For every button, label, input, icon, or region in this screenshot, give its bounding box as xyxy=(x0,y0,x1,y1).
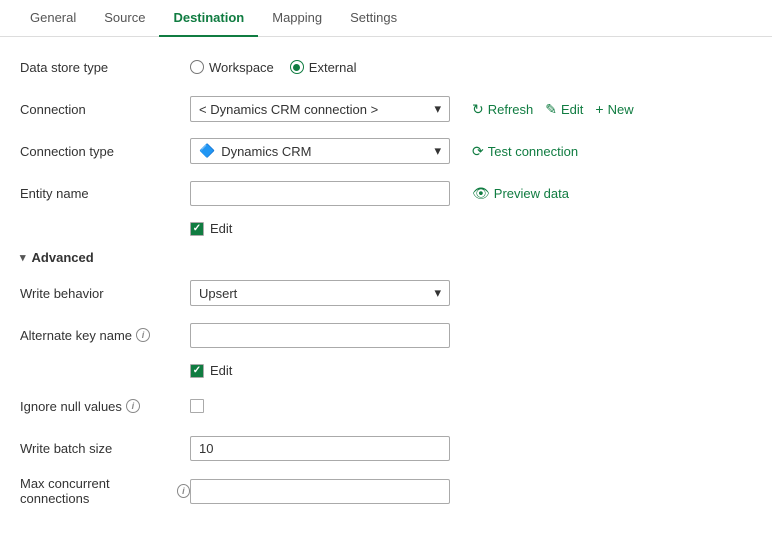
connection-type-label: Connection type xyxy=(20,144,190,159)
ignore-null-label: Ignore null values i xyxy=(20,399,190,414)
write-behavior-value: Upsert xyxy=(199,286,237,301)
test-icon: ⟳ xyxy=(472,143,484,160)
radio-group-datastore: Workspace External xyxy=(190,60,357,75)
connection-type-row: Connection type 🔷 Dynamics CRM ▾ ⟳ Test … xyxy=(20,137,752,165)
data-store-type-row: Data store type Workspace External xyxy=(20,53,752,81)
alternate-key-info-icon: i xyxy=(136,328,150,342)
connection-type-value: Dynamics CRM xyxy=(221,144,311,159)
radio-external-input[interactable] xyxy=(290,60,304,74)
entity-name-edit-label: Edit xyxy=(210,221,232,236)
write-batch-size-label: Write batch size xyxy=(20,441,190,456)
tab-mapping[interactable]: Mapping xyxy=(258,0,336,37)
tab-bar: General Source Destination Mapping Setti… xyxy=(0,0,772,37)
radio-external-label: External xyxy=(309,60,357,75)
connection-control: < Dynamics CRM connection > ▾ ↻ Refresh … xyxy=(190,96,752,122)
entity-name-edit-row: ✓ Edit xyxy=(190,221,752,236)
tab-general[interactable]: General xyxy=(16,0,90,37)
new-connection-button[interactable]: + New xyxy=(593,97,635,121)
write-behavior-label: Write behavior xyxy=(20,286,190,301)
new-icon: + xyxy=(595,101,603,117)
refresh-button[interactable]: ↻ Refresh xyxy=(470,97,535,122)
connection-dropdown[interactable]: < Dynamics CRM connection > ▾ xyxy=(190,96,450,122)
advanced-section-header[interactable]: ▾ Advanced xyxy=(20,250,752,265)
alternate-key-input[interactable] xyxy=(190,323,450,348)
radio-external[interactable]: External xyxy=(290,60,357,75)
entity-name-input[interactable] xyxy=(190,181,450,206)
refresh-label: Refresh xyxy=(488,102,534,117)
preview-icon: 👁 xyxy=(472,185,490,202)
connection-type-arrow-icon: ▾ xyxy=(434,143,441,159)
check-mark-icon: ✓ xyxy=(193,223,201,234)
connection-dropdown-value: < Dynamics CRM connection > xyxy=(199,102,378,117)
entity-name-control: 👁 Preview data xyxy=(190,181,752,206)
ignore-null-row: Ignore null values i xyxy=(20,392,752,420)
max-connections-control xyxy=(190,479,752,504)
radio-workspace-input[interactable] xyxy=(190,60,204,74)
test-connection-label: Test connection xyxy=(488,144,578,159)
write-behavior-dropdown[interactable]: Upsert ▾ xyxy=(190,280,450,306)
edit-connection-button[interactable]: ✎ Edit xyxy=(543,97,585,122)
ignore-null-control xyxy=(190,399,752,413)
advanced-section-label: Advanced xyxy=(32,250,94,265)
tab-source[interactable]: Source xyxy=(90,0,159,37)
connection-dropdown-arrow-icon: ▾ xyxy=(434,101,441,117)
preview-data-label: Preview data xyxy=(494,186,569,201)
max-connections-info-icon: i xyxy=(177,484,190,498)
alternate-key-label: Alternate key name i xyxy=(20,328,190,343)
data-store-type-label: Data store type xyxy=(20,60,190,75)
entity-name-label: Entity name xyxy=(20,186,190,201)
alternate-key-edit-checkbox[interactable]: ✓ xyxy=(190,364,204,378)
connection-row: Connection < Dynamics CRM connection > ▾… xyxy=(20,95,752,123)
tab-settings[interactable]: Settings xyxy=(336,0,411,37)
connection-type-dropdown[interactable]: 🔷 Dynamics CRM ▾ xyxy=(190,138,450,164)
radio-workspace[interactable]: Workspace xyxy=(190,60,274,75)
connection-actions: ↻ Refresh ✎ Edit + New xyxy=(470,97,636,122)
max-connections-input[interactable] xyxy=(190,479,450,504)
connection-type-actions: ⟳ Test connection xyxy=(470,139,580,164)
write-behavior-arrow-icon: ▾ xyxy=(434,285,441,301)
alternate-key-edit-label: Edit xyxy=(210,363,232,378)
write-batch-size-input[interactable] xyxy=(190,436,450,461)
advanced-chevron-icon: ▾ xyxy=(20,251,26,264)
preview-data-button[interactable]: 👁 Preview data xyxy=(470,181,571,206)
connection-type-control: 🔷 Dynamics CRM ▾ ⟳ Test connection xyxy=(190,138,752,164)
write-behavior-row: Write behavior Upsert ▾ xyxy=(20,279,752,307)
ignore-null-checkbox[interactable] xyxy=(190,399,204,413)
connection-label: Connection xyxy=(20,102,190,117)
edit-label: Edit xyxy=(561,102,583,117)
write-batch-size-control xyxy=(190,436,752,461)
form-content: Data store type Workspace External Conne… xyxy=(0,37,772,536)
alternate-key-edit-row: ✓ Edit xyxy=(190,363,752,378)
write-batch-size-row: Write batch size xyxy=(20,434,752,462)
test-connection-button[interactable]: ⟳ Test connection xyxy=(470,139,580,164)
entity-name-edit-checkbox[interactable]: ✓ xyxy=(190,222,204,236)
alternate-key-check-icon: ✓ xyxy=(193,365,201,376)
ignore-null-info-icon: i xyxy=(126,399,140,413)
alternate-key-control xyxy=(190,323,752,348)
alternate-key-row: Alternate key name i xyxy=(20,321,752,349)
entity-name-row: Entity name 👁 Preview data xyxy=(20,179,752,207)
radio-workspace-label: Workspace xyxy=(209,60,274,75)
write-behavior-control: Upsert ▾ xyxy=(190,280,752,306)
data-store-type-control: Workspace External xyxy=(190,60,752,75)
edit-icon: ✎ xyxy=(545,101,557,118)
new-label: New xyxy=(608,102,634,117)
entity-name-actions: 👁 Preview data xyxy=(470,181,571,206)
tab-destination[interactable]: Destination xyxy=(159,0,258,37)
crm-icon: 🔷 xyxy=(199,143,215,159)
refresh-icon: ↻ xyxy=(472,101,484,118)
